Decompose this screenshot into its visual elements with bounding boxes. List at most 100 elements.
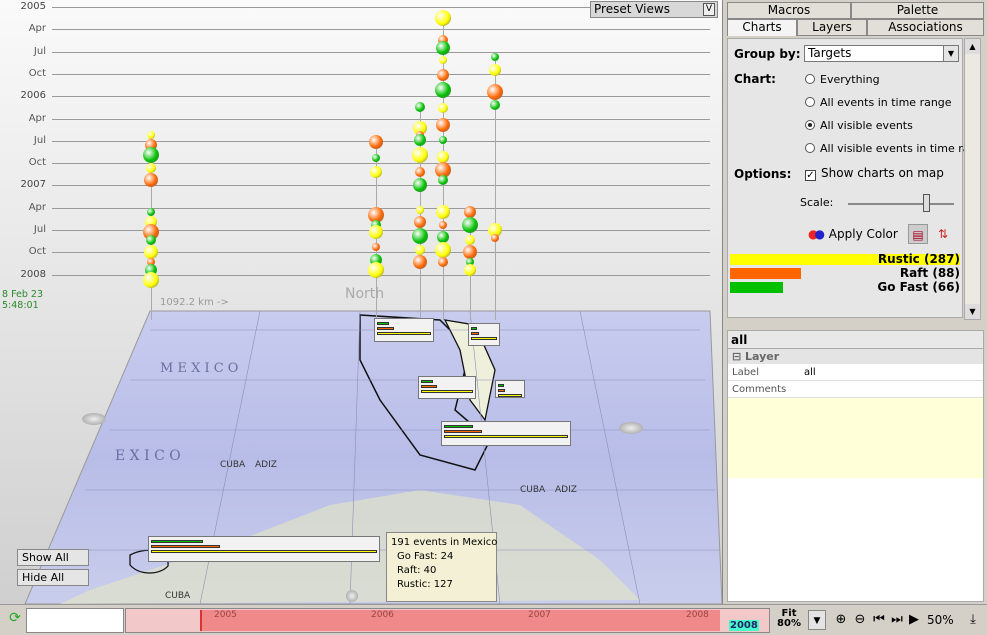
chart-scope-radio[interactable]: All visible events: [805, 119, 913, 132]
event-marker[interactable]: [487, 84, 503, 100]
tab-palette[interactable]: Palette: [851, 2, 984, 19]
preset-views-dropdown[interactable]: Preset Views V: [590, 1, 718, 18]
event-marker[interactable]: [436, 205, 450, 219]
show-all-button[interactable]: Show All: [17, 549, 89, 566]
event-marker[interactable]: [436, 118, 450, 132]
tab-associations[interactable]: Associations: [867, 19, 984, 36]
event-marker[interactable]: [413, 255, 427, 269]
region-bar-chart[interactable]: [148, 536, 380, 562]
timeline-panel[interactable]: 2005 Apr Jul Oct 2006 Apr Jul Oct 2007 Apr Jul Oct 2…: [0, 0, 722, 320]
event-marker[interactable]: [435, 82, 451, 98]
group-by-select[interactable]: Targets ▼: [804, 45, 959, 62]
event-marker[interactable]: [412, 147, 428, 163]
tab-macros[interactable]: Macros: [727, 2, 851, 19]
skip-forward-icon[interactable]: ⏭: [888, 610, 906, 630]
event-marker[interactable]: [463, 245, 477, 259]
map-rotate-handle-bottom[interactable]: [346, 590, 358, 602]
legend-row[interactable]: Raft (88): [730, 266, 962, 280]
fit-button[interactable]: Fit 80%: [776, 609, 802, 629]
checkbox-box[interactable]: ✓: [805, 170, 816, 181]
radio-icon[interactable]: [805, 120, 815, 130]
sort-az-icon[interactable]: ⇅: [933, 224, 953, 244]
zoom-in-icon[interactable]: ⊕: [832, 610, 850, 630]
event-marker[interactable]: [465, 235, 475, 245]
apply-color-button[interactable]: ●● Apply Color: [808, 227, 898, 241]
scroll-down-icon[interactable]: ▼: [965, 304, 980, 319]
event-marker[interactable]: [144, 173, 158, 187]
time-range-slider[interactable]: 2005 2006 2007 2008 2008: [125, 608, 770, 633]
event-marker[interactable]: [439, 56, 447, 64]
property-row[interactable]: Comments: [728, 381, 983, 398]
event-marker[interactable]: [415, 167, 425, 177]
event-marker[interactable]: [416, 206, 424, 214]
map-rotate-handle-left[interactable]: [82, 413, 106, 425]
event-marker[interactable]: [372, 154, 380, 162]
chart-scope-radio[interactable]: Everything: [805, 73, 880, 86]
show-charts-checkbox[interactable]: ✓ Show charts on map: [805, 166, 944, 181]
radio-icon[interactable]: [805, 97, 815, 107]
bar-chart-icon[interactable]: ▤: [908, 224, 928, 244]
layer-section-header[interactable]: ⊟ Layer: [728, 349, 983, 364]
zoom-out-icon[interactable]: ⊖: [851, 610, 869, 630]
event-marker[interactable]: [143, 272, 159, 288]
visualization-area[interactable]: M E X I C O E X I C O CUBA ADIZ CUBA ADI…: [0, 0, 722, 604]
event-marker[interactable]: [438, 175, 448, 185]
tab-charts[interactable]: Charts: [727, 19, 797, 36]
event-marker[interactable]: [143, 147, 159, 163]
chevron-down-icon[interactable]: ▼: [943, 46, 958, 61]
event-marker[interactable]: [368, 262, 384, 278]
property-value[interactable]: all: [804, 364, 816, 381]
time-range-selection[interactable]: [200, 610, 720, 631]
event-marker[interactable]: [369, 225, 383, 239]
legend-row[interactable]: Rustic (287): [730, 252, 962, 266]
chart-scope-radio[interactable]: All visible events in time ra...: [805, 142, 980, 155]
radio-icon[interactable]: [805, 143, 815, 153]
event-marker[interactable]: [490, 100, 500, 110]
event-marker[interactable]: [369, 135, 383, 149]
scroll-up-icon[interactable]: ▲: [965, 39, 980, 54]
skip-back-icon[interactable]: ⏮: [870, 610, 888, 630]
region-bar-chart[interactable]: [495, 380, 525, 398]
event-marker[interactable]: [412, 228, 428, 244]
event-marker[interactable]: [489, 64, 501, 76]
event-marker[interactable]: [437, 69, 449, 81]
radio-icon[interactable]: [805, 74, 815, 84]
event-marker[interactable]: [146, 235, 156, 245]
time-field[interactable]: [26, 608, 124, 633]
event-marker[interactable]: [147, 131, 155, 139]
event-marker[interactable]: [414, 216, 426, 228]
event-marker[interactable]: [491, 53, 499, 61]
event-marker[interactable]: [144, 245, 158, 259]
region-bar-chart[interactable]: [468, 323, 500, 346]
chart-scope-radio[interactable]: All events in time range: [805, 96, 952, 109]
settings-scrollbar[interactable]: ▲ ▼: [964, 38, 981, 320]
event-marker[interactable]: [438, 103, 448, 113]
event-marker[interactable]: [414, 134, 426, 146]
event-marker[interactable]: [370, 166, 382, 178]
event-marker[interactable]: [439, 136, 447, 144]
scale-slider-thumb[interactable]: [923, 194, 930, 212]
preset-views-arrow-button[interactable]: V: [703, 3, 715, 16]
event-marker[interactable]: [372, 243, 380, 251]
event-marker[interactable]: [438, 257, 448, 267]
event-marker[interactable]: [436, 41, 450, 55]
event-marker[interactable]: [147, 208, 155, 216]
event-marker[interactable]: [415, 102, 425, 112]
download-icon[interactable]: ⤓: [964, 610, 982, 630]
event-marker[interactable]: [491, 234, 499, 242]
scale-slider-track[interactable]: [848, 203, 954, 205]
event-marker[interactable]: [462, 217, 478, 233]
play-icon[interactable]: ▶: [905, 610, 923, 630]
chevron-down-icon[interactable]: ▼: [808, 610, 826, 630]
event-marker[interactable]: [415, 245, 425, 255]
legend-row[interactable]: Go Fast (66): [730, 280, 962, 294]
property-row[interactable]: Label all: [728, 364, 983, 381]
event-marker[interactable]: [439, 221, 447, 229]
region-bar-chart[interactable]: [418, 376, 476, 399]
hide-all-button[interactable]: Hide All: [17, 569, 89, 586]
tab-layers[interactable]: Layers: [797, 19, 867, 36]
event-marker[interactable]: [464, 264, 476, 276]
map-rotate-handle-right[interactable]: [619, 422, 643, 434]
region-bar-chart[interactable]: [374, 318, 434, 342]
event-marker[interactable]: [413, 178, 427, 192]
